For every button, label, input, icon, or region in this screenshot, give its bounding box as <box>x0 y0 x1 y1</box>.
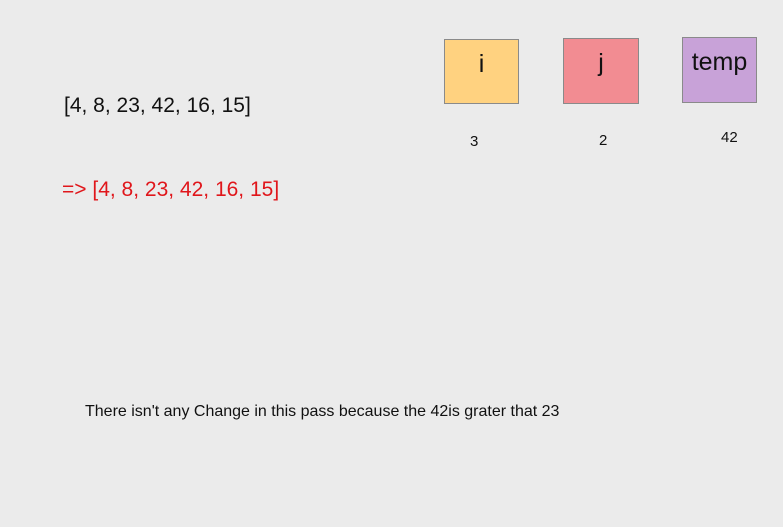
variable-value-j: 2 <box>599 132 608 149</box>
variable-label-j: j <box>598 49 604 77</box>
variable-value-i: 3 <box>470 133 479 150</box>
variable-label-i: i <box>478 50 485 78</box>
variable-box-i: i <box>444 39 519 104</box>
variable-value-temp: 42 <box>721 129 738 146</box>
array-display: [4, 8, 23, 42, 16, 15] <box>64 94 251 117</box>
variable-label-temp: temp <box>691 48 748 76</box>
variable-box-temp: temp <box>682 37 757 103</box>
explanation-note: There isn't any Change in this pass beca… <box>85 403 560 420</box>
variable-box-j: j <box>563 38 639 104</box>
result-array-display: => [4, 8, 23, 42, 16, 15] <box>62 178 280 201</box>
